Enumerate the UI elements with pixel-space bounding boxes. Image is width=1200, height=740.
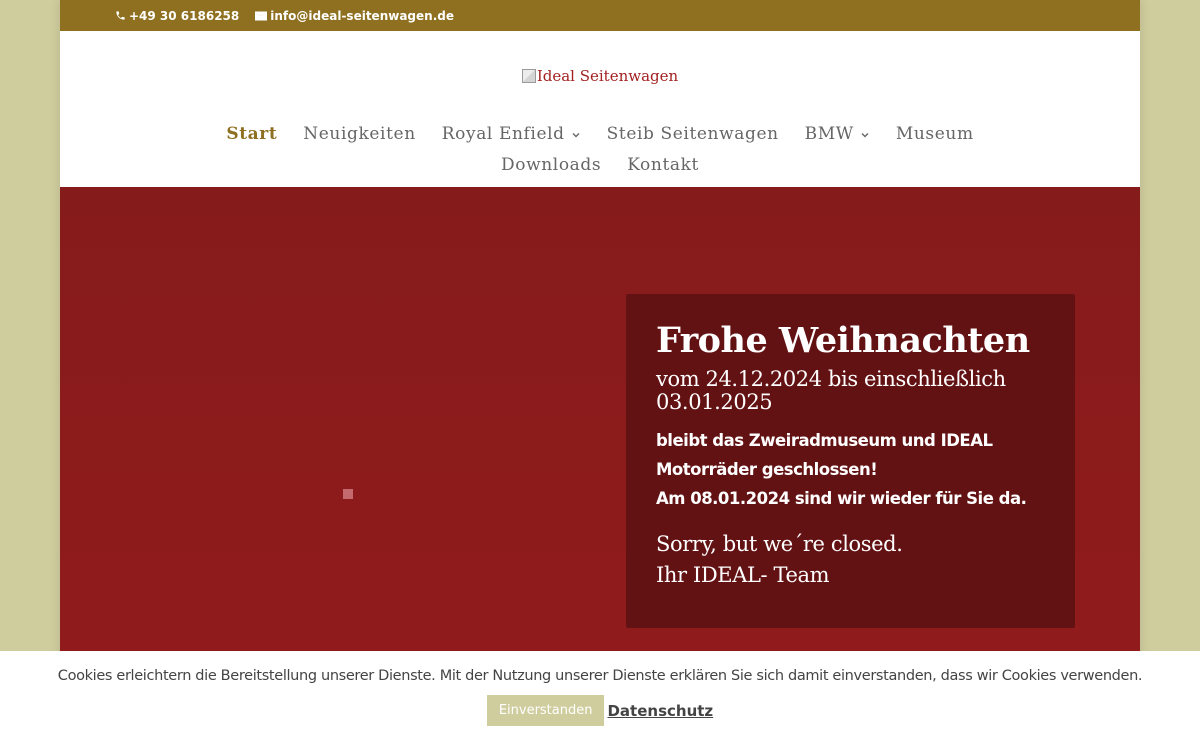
nav-label: Neuigkeiten [303, 124, 416, 144]
phone-number[interactable]: +49 30 6186258 [129, 9, 239, 23]
logo-alt-text[interactable]: Ideal Seitenwagen [537, 67, 678, 85]
top-bar: +49 30 6186258 info@ideal-seitenwagen.de [60, 0, 1140, 31]
notice-body-line2: Am 08.01.2024 sind wir wieder für Sie da… [656, 489, 1027, 508]
nav-item-downloads[interactable]: Downloads [501, 150, 601, 181]
nav-label: Kontakt [627, 155, 699, 175]
nav-item-royal-enfield[interactable]: Royal Enfield [442, 119, 581, 150]
notice-closing: Sorry, but we´re closed. Ihr IDEAL- Team [656, 529, 1045, 591]
cookie-accept-button[interactable]: Einverstanden [486, 695, 605, 726]
site-header: Ideal Seitenwagen Start Neuigkeiten Roya… [60, 31, 1140, 187]
nav-item-steib-seitenwagen[interactable]: Steib Seitenwagen [607, 119, 779, 150]
cookie-banner: Cookies erleichtern die Bereitstellung u… [0, 651, 1200, 740]
notice-card: Frohe Weihnachten vom 24.12.2024 bis ein… [626, 294, 1075, 628]
nav-label: Royal Enfield [441, 124, 565, 144]
email-address[interactable]: info@ideal-seitenwagen.de [270, 9, 454, 23]
envelope-icon [255, 11, 268, 20]
nav-item-start[interactable]: Start [226, 119, 277, 150]
main-navigation: Start Neuigkeiten Royal Enfield Steib Se… [60, 119, 1140, 181]
nav-label: Steib Seitenwagen [606, 124, 779, 144]
nav-row-1: Start Neuigkeiten Royal Enfield Steib Se… [60, 119, 1140, 150]
loading-indicator [343, 489, 353, 499]
nav-label: BMW [804, 124, 854, 144]
phone-contact[interactable]: +49 30 6186258 [115, 9, 239, 23]
nav-item-kontakt[interactable]: Kontakt [627, 150, 699, 181]
nav-item-museum[interactable]: Museum [896, 119, 974, 150]
chevron-down-icon [861, 132, 869, 137]
notice-body-line1: bleibt das Zweiradmuseum und IDEAL Motor… [656, 431, 993, 479]
nav-label: Museum [895, 124, 974, 144]
nav-item-bmw[interactable]: BMW [805, 119, 870, 150]
nav-row-2: Downloads Kontakt [60, 150, 1140, 181]
page-container: +49 30 6186258 info@ideal-seitenwagen.de… [60, 0, 1140, 740]
email-contact[interactable]: info@ideal-seitenwagen.de [255, 9, 454, 23]
site-logo[interactable]: Ideal Seitenwagen [60, 67, 1140, 85]
notice-title: Frohe Weihnachten [656, 320, 1030, 361]
notice-subtitle: vom 24.12.2024 bis einschließlich 03.01.… [656, 367, 1006, 414]
phone-icon [116, 11, 125, 20]
nav-label: Downloads [501, 155, 602, 175]
cookie-message: Cookies erleichtern die Bereitstellung u… [57, 668, 1143, 684]
privacy-link[interactable]: Datenschutz [607, 702, 713, 720]
broken-image-icon [521, 69, 536, 83]
chevron-down-icon [572, 132, 580, 137]
notice-closing-line2: Ihr IDEAL- Team [656, 563, 830, 587]
nav-item-neuigkeiten[interactable]: Neuigkeiten [303, 119, 415, 150]
nav-label: Start [226, 124, 278, 144]
cookie-actions: Einverstanden Datenschutz [0, 695, 1200, 726]
notice-closing-line1: Sorry, but we´re closed. [656, 532, 903, 556]
